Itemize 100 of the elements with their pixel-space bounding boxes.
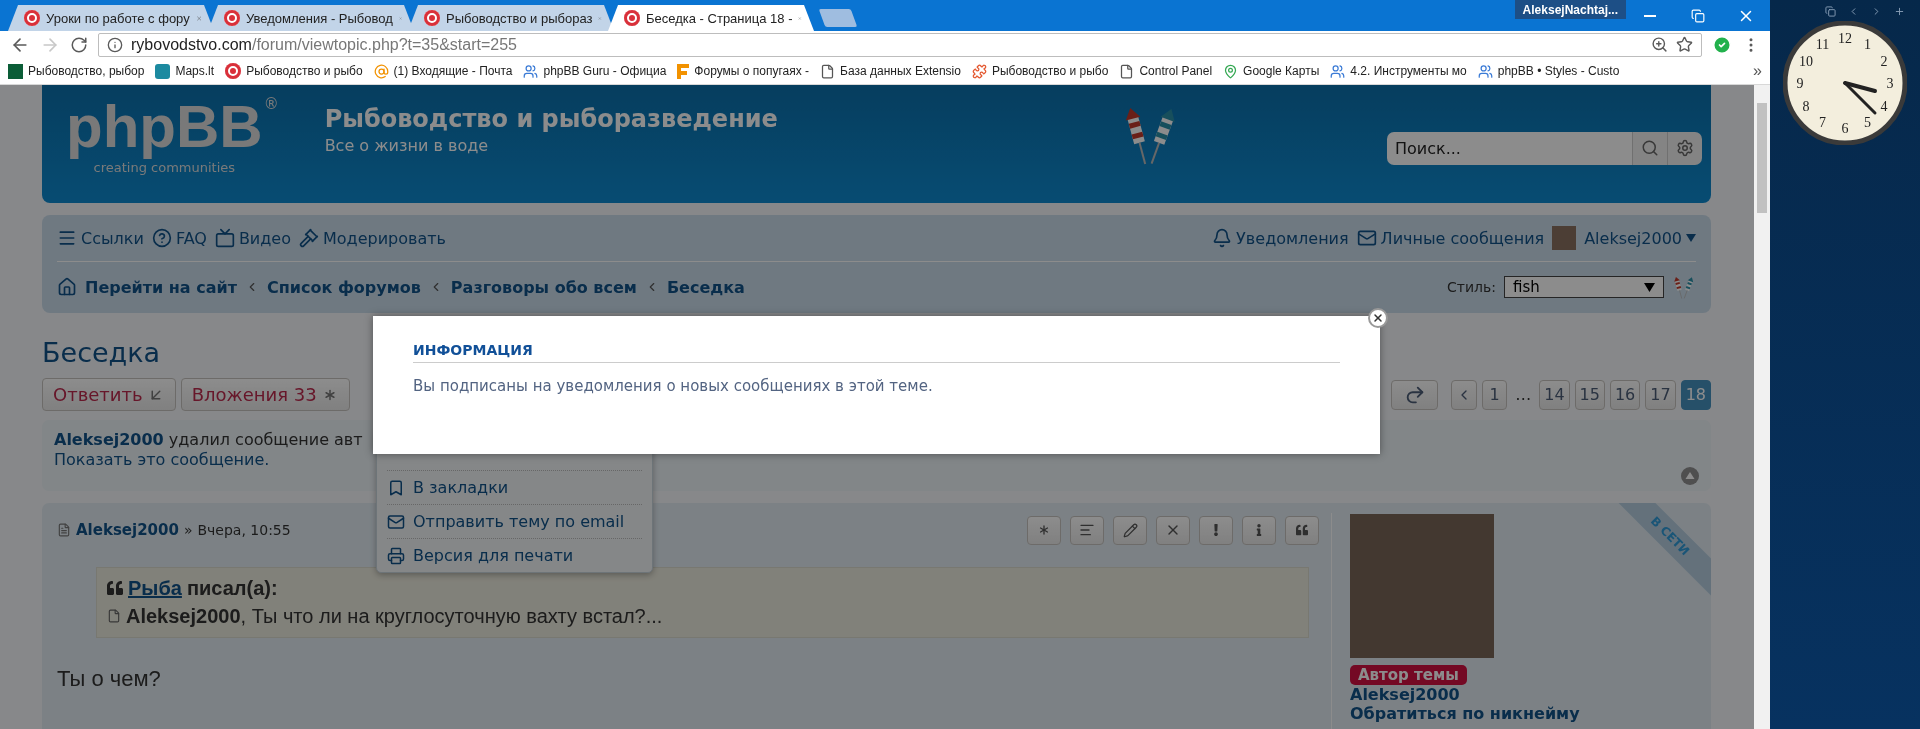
clock-numeral: 10 — [1799, 53, 1814, 69]
bookmark-item[interactable]: База данных Extensio — [820, 63, 961, 79]
restore-icon — [1691, 8, 1705, 23]
menu-item[interactable]: Версия для печати — [387, 538, 642, 572]
page-button[interactable]: 17 — [1645, 379, 1676, 410]
home-icon — [57, 277, 77, 297]
breadcrumb-link[interactable]: Разговоры обо всем — [450, 277, 637, 297]
action-button[interactable]: Ответить — [42, 378, 176, 411]
post-separator: » — [183, 522, 193, 538]
previous-page-button[interactable] — [1451, 379, 1478, 410]
bookmark-item[interactable]: Форумы о попугаях - — [677, 63, 810, 79]
clock-numeral: 2 — [1880, 53, 1888, 69]
caret-icon — [1686, 234, 1696, 242]
close-icon — [1372, 312, 1384, 324]
nav-link[interactable]: Ссылки — [57, 228, 144, 248]
bookmark-item[interactable]: Рыбоводство, рыбор — [8, 63, 145, 79]
check-icon[interactable] — [1712, 34, 1732, 55]
gadget-icon[interactable] — [1825, 6, 1836, 17]
scrollbar-thumb[interactable] — [1757, 103, 1767, 213]
breadcrumb-link[interactable]: Беседка — [666, 277, 745, 297]
nav-link[interactable]: Видео — [214, 228, 291, 248]
post-action-button[interactable] — [1285, 515, 1319, 545]
post-action-button[interactable] — [1199, 515, 1233, 545]
forum-logo-icon — [424, 10, 440, 26]
address-bar[interactable]: rybovodstvo.com/forum/viewtopic.php?t=35&start=255 — [98, 32, 1702, 57]
clock-numeral: 5 — [1864, 114, 1871, 130]
profile-name-link[interactable]: Aleksej2000 — [1350, 685, 1460, 704]
bookmark-item[interactable]: phpBB Guru - Официа — [523, 63, 667, 79]
bell-icon — [1212, 228, 1233, 248]
nav-link[interactable]: FAQ — [151, 228, 207, 248]
forum-logo-icon — [24, 10, 40, 26]
quote-text: Aleksej2000, Ты что ли на круглосуточную вахту встал?... — [126, 604, 663, 628]
new-tab-button[interactable] — [818, 9, 858, 27]
people-icon — [523, 63, 539, 79]
menu-icon — [57, 228, 77, 248]
page-gap: … — [1514, 385, 1533, 404]
clock-numeral: 7 — [1819, 114, 1826, 130]
page-button[interactable]: 15 — [1574, 379, 1605, 410]
post-action-button[interactable] — [1242, 515, 1276, 545]
up-icon[interactable] — [1681, 467, 1699, 485]
bookmark-icon — [387, 478, 405, 497]
quote-icon — [107, 580, 123, 596]
bookmark-item[interactable]: Рыбоводство и рыбо — [971, 63, 1109, 79]
bookmark-item[interactable]: Google Карты — [1223, 63, 1320, 79]
nav-link[interactable]: Уведомления — [1212, 228, 1349, 248]
clock-numeral: 12 — [1838, 31, 1852, 46]
quote-icon — [1296, 524, 1308, 536]
gavel-icon — [298, 228, 319, 248]
bookmark-item[interactable]: Maps.lt — [155, 63, 215, 79]
page-button[interactable]: 1 — [1482, 379, 1508, 410]
page-button[interactable]: 16 — [1609, 379, 1641, 410]
clock-numeral: 1 — [1864, 37, 1871, 53]
bookmark-item[interactable]: Control Panel — [1119, 63, 1213, 79]
bookmark-item[interactable]: phpBB • Styles - Custo — [1477, 63, 1620, 79]
breadcrumb-link[interactable]: Список форумов — [267, 277, 421, 297]
people-icon — [1330, 63, 1346, 79]
zoom-icon[interactable] — [1651, 36, 1668, 53]
search-button[interactable] — [1632, 131, 1667, 165]
bookmark-item[interactable]: (1) Входящие - Почта — [373, 63, 513, 79]
reload-icon[interactable] — [70, 35, 88, 54]
menu-item[interactable]: В закладки — [387, 470, 642, 504]
user-menu[interactable]: Aleksej2000 — [1584, 228, 1696, 248]
post-time: Вчера, 10:55 — [197, 522, 291, 538]
jump-button[interactable] — [1391, 379, 1439, 410]
browser-tab[interactable]: Беседка - Страница 18 - — [608, 5, 814, 31]
breadcrumb-link[interactable]: Перейти на сайт — [85, 277, 237, 297]
tv-icon — [214, 228, 235, 248]
page-icon — [820, 63, 836, 79]
more-bookmarks[interactable]: » — [1753, 62, 1762, 80]
nav-link[interactable]: Модерировать — [298, 228, 446, 248]
add-icon[interactable] — [1894, 6, 1905, 17]
menu-item[interactable]: Отправить тему по email — [387, 504, 642, 538]
search-field[interactable]: Поиск... — [1387, 131, 1632, 165]
quote-author-link[interactable]: Рыба — [128, 576, 182, 600]
action-button[interactable]: Вложения 33 — [180, 378, 350, 411]
post-action-button[interactable] — [1027, 515, 1061, 545]
forum-logo-icon — [624, 10, 640, 26]
show-post-link[interactable]: Показать это сообщение. — [54, 450, 270, 469]
dialog-message: Вы подписаны на уведомления о новых сообщениях в этой теме. — [413, 377, 934, 395]
forum-logo[interactable]: phpBB® creating communities — [64, 92, 281, 178]
nav-link[interactable]: Личные сообщения — [1356, 228, 1545, 248]
post-author[interactable]: Aleksej2000 — [76, 521, 179, 539]
style-select[interactable]: fish — [1504, 276, 1664, 298]
star-icon[interactable] — [1676, 36, 1693, 53]
mention-link[interactable]: Обратиться по никнейму — [1350, 704, 1580, 723]
info-icon[interactable] — [107, 36, 123, 53]
page-button[interactable]: 18 — [1680, 379, 1711, 410]
site-description: Все о жизни в воде — [324, 136, 490, 155]
bookmark-item[interactable]: 4.2. Инструменты мо — [1330, 63, 1467, 79]
scrollbar[interactable] — [1754, 85, 1770, 729]
people-icon — [1477, 63, 1493, 79]
profile-name[interactable]: AleksejNachtaj... — [1514, 0, 1626, 19]
post-action-button[interactable] — [1070, 515, 1104, 545]
bookmark-item[interactable]: Рыбоводство и рыбо — [225, 63, 363, 79]
rank-badge: Автор темы — [1350, 665, 1467, 685]
settings-button[interactable] — [1667, 131, 1702, 165]
page-button[interactable]: 14 — [1539, 379, 1570, 410]
post-action-button[interactable] — [1113, 515, 1147, 545]
site-title: Рыбоводство и рыборазведение — [324, 105, 779, 133]
post-action-button[interactable] — [1156, 515, 1190, 545]
